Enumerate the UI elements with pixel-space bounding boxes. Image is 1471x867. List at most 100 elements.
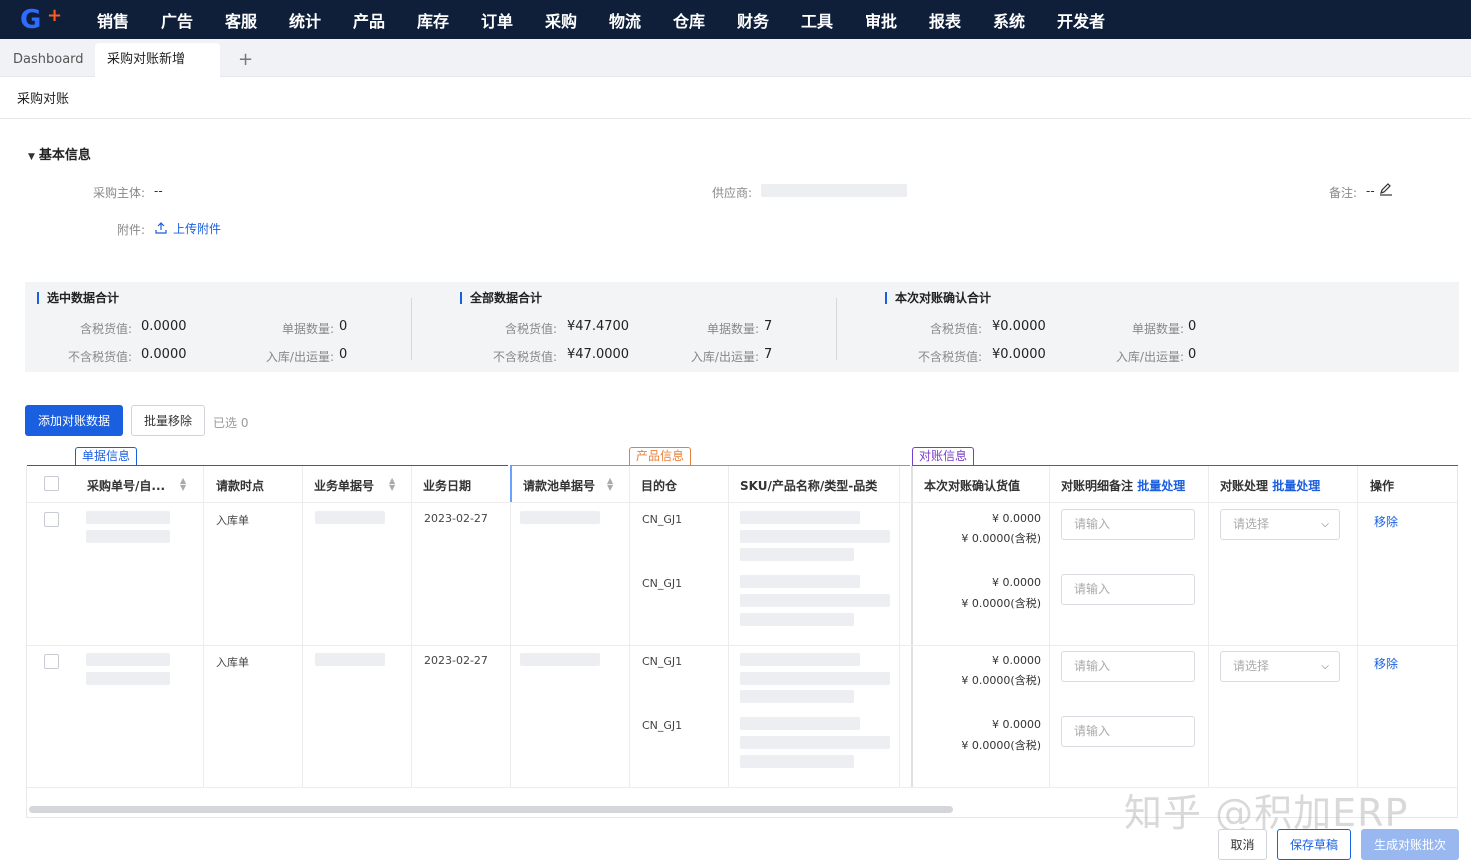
nav-item-service[interactable]: 客服 (225, 8, 289, 32)
nav-item-logistics[interactable]: 物流 (609, 8, 673, 32)
group-tag-doc-info: 单据信息 (75, 447, 138, 466)
row-checkbox[interactable] (44, 512, 59, 527)
supplier-value-redacted (761, 184, 907, 197)
pool-no-redacted (520, 511, 600, 524)
all-tax-incl-value: ¥47.4700 (567, 319, 630, 334)
upload-attachment-link[interactable]: 上传附件 (155, 220, 221, 237)
save-draft-button[interactable]: 保存草稿 (1277, 829, 1351, 860)
sku-redacted (740, 690, 854, 703)
col-action: 操作 (1370, 479, 1395, 493)
detail-remark-input[interactable]: 请输入 (1061, 651, 1195, 682)
group-tag-product-info: 产品信息 (629, 447, 692, 466)
amount-tax-cell: ¥ 0.0000(含税) (961, 597, 1041, 610)
nav-item-warehouse[interactable]: 仓库 (673, 8, 737, 32)
amount-cell: ¥ 0.0000 (992, 512, 1041, 525)
col-request-point: 请款时点 (216, 479, 265, 493)
col-separator (629, 466, 630, 788)
sort-icon[interactable]: ▲ ▼ (180, 477, 186, 492)
warehouse-cell: CN_GJ1 (642, 655, 683, 668)
nav-item-developer[interactable]: 开发者 (1057, 8, 1121, 32)
confirm-qty-label: 入库/出运量: (1115, 350, 1184, 364)
sku-redacted (740, 672, 890, 685)
col-biz-date: 业务日期 (423, 479, 472, 493)
nav-item-reports[interactable]: 报表 (929, 8, 993, 32)
col-process: 对账处理 批量处理 (1220, 477, 1320, 494)
select-all-checkbox[interactable] (44, 476, 59, 491)
detail-remark-input[interactable]: 请输入 (1061, 509, 1195, 540)
batch-remove-button[interactable]: 批量移除 (131, 405, 205, 436)
selected-tax-incl-value: 0.0000 (141, 319, 187, 334)
detail-remark-input[interactable]: 请输入 (1061, 716, 1195, 747)
nav-item-system[interactable]: 系统 (993, 8, 1057, 32)
col-separator (1049, 466, 1050, 788)
tab-purchase-recon-new[interactable]: 采购对账新增 (95, 43, 220, 77)
logo[interactable]: G + (20, 5, 64, 33)
process-select-placeholder: 请选择 (1233, 517, 1270, 531)
edit-icon[interactable] (1379, 182, 1393, 196)
selected-doc-count-label: 单据数量: (281, 322, 334, 336)
col-separator (1357, 466, 1358, 788)
amount-cell: ¥ 0.0000 (992, 654, 1041, 667)
amount-tax-cell: ¥ 0.0000(含税) (961, 739, 1041, 752)
subject-value: -- (154, 184, 163, 198)
row-checkbox[interactable] (44, 654, 59, 669)
basic-info-title: 基本信息 (38, 148, 91, 163)
sku-redacted (740, 736, 890, 749)
col-separator (302, 466, 303, 788)
biz-date-cell: 2023-02-27 (424, 654, 488, 667)
col-separator (411, 466, 412, 788)
remove-link[interactable]: 移除 (1374, 513, 1398, 530)
all-doc-count-value: 7 (764, 319, 773, 334)
confirm-qty-value: 0 (1188, 347, 1197, 362)
nav-item-orders[interactable]: 订单 (481, 8, 545, 32)
fixed-column-shadow (911, 466, 913, 788)
page-title: 采购对账 (17, 92, 70, 107)
nav-item-stats[interactable]: 统计 (289, 8, 353, 32)
po-no-redacted (86, 672, 170, 685)
col-separator (203, 466, 204, 788)
col-warehouse: 目的仓 (641, 479, 678, 493)
sort-icon[interactable]: ▲ ▼ (389, 477, 395, 492)
cancel-button[interactable]: 取消 (1218, 829, 1267, 860)
nav-item-tools[interactable]: 工具 (801, 8, 865, 32)
biz-no-redacted (315, 511, 385, 524)
nav-menu: 销售 广告 客服 统计 产品 库存 订单 采购 物流 仓库 财务 工具 审批 报… (97, 8, 1121, 32)
batch-process-link[interactable]: 批量处理 (1272, 479, 1320, 493)
col-separator (899, 466, 900, 788)
process-select[interactable]: 请选择 ⌵ (1220, 509, 1340, 540)
sort-icon[interactable]: ▲ ▼ (607, 477, 613, 492)
col-resize-handle[interactable] (510, 466, 512, 502)
detail-remark-input[interactable]: 请输入 (1061, 574, 1195, 605)
amount-tax-cell: ¥ 0.0000(含税) (961, 674, 1041, 687)
add-tab-button[interactable]: + (238, 43, 253, 77)
confirm-tax-incl-value: ¥0.0000 (992, 319, 1046, 334)
nav-item-ads[interactable]: 广告 (161, 8, 225, 32)
nav-item-approval[interactable]: 审批 (865, 8, 929, 32)
nav-item-sales[interactable]: 销售 (97, 8, 161, 32)
upload-icon (155, 222, 167, 234)
po-no-redacted (86, 653, 170, 666)
col-biz-no: 业务单据号 (314, 479, 375, 493)
batch-remark-link[interactable]: 批量处理 (1137, 479, 1185, 493)
summary-divider (411, 298, 412, 360)
group-tag-recon-info: 对账信息 (912, 447, 975, 466)
generate-batch-button[interactable]: 生成对账批次 (1361, 829, 1459, 860)
all-tax-incl-label: 含税货值: (504, 322, 557, 336)
sku-redacted (740, 575, 860, 588)
col-confirm-value: 本次对账确认货值 (924, 479, 1021, 493)
process-select[interactable]: 请选择 ⌵ (1220, 651, 1340, 682)
nav-item-inventory[interactable]: 库存 (417, 8, 481, 32)
scrollbar-thumb[interactable] (29, 806, 953, 813)
nav-item-purchase[interactable]: 采购 (545, 8, 609, 32)
nav-item-product[interactable]: 产品 (353, 8, 417, 32)
add-recon-data-button[interactable]: 添加对账数据 (25, 405, 123, 436)
tab-dashboard[interactable]: Dashboard (13, 43, 84, 77)
sku-redacted (740, 530, 890, 543)
remove-link[interactable]: 移除 (1374, 655, 1398, 672)
col-po-no: 采购单号/自... (87, 479, 166, 493)
sku-redacted (740, 717, 860, 730)
basic-info-heading[interactable]: ▼ 基本信息 (28, 144, 91, 163)
nav-item-finance[interactable]: 财务 (737, 8, 801, 32)
selected-tax-incl-label: 含税货值: (79, 322, 132, 336)
all-qty-label: 入库/出运量: (690, 350, 759, 364)
